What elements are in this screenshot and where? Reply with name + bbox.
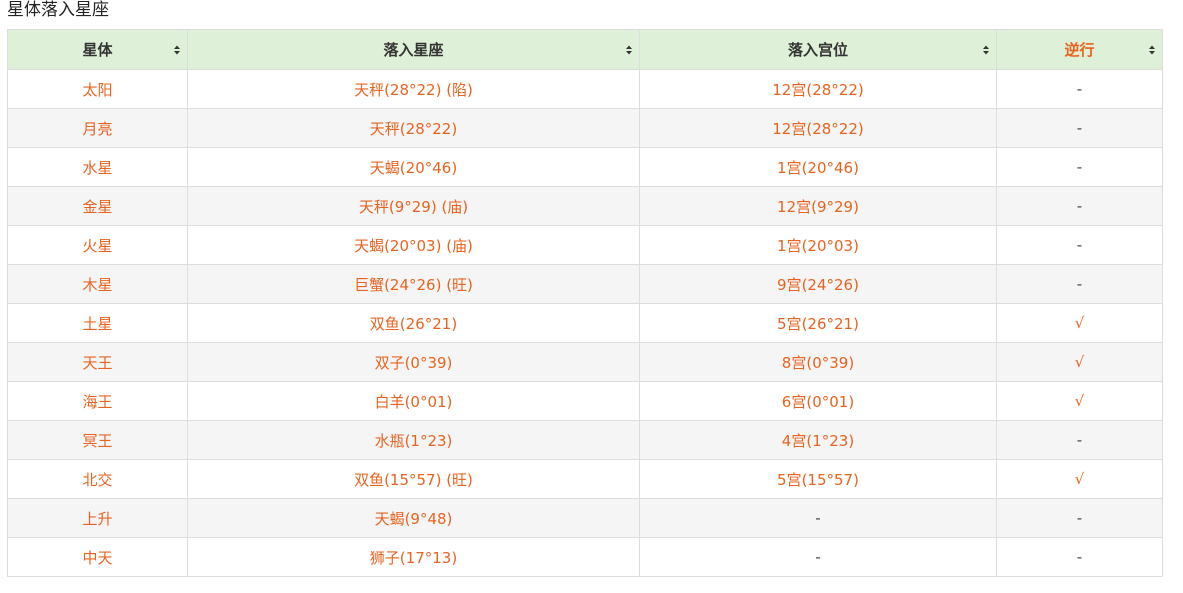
cell-retrograde: - xyxy=(996,186,1163,226)
cell-sign: 巨蟹(24°26) (旺) xyxy=(187,264,640,304)
table-row: 金星 天秤(9°29) (庙) 12宫(9°29) - xyxy=(7,186,1163,226)
table-row: 火星 天蝎(20°03) (庙) 1宫(20°03) - xyxy=(7,225,1163,265)
column-header-label: 落入星座 xyxy=(383,41,444,59)
table-row: 上升 天蝎(9°48) - - xyxy=(7,498,1163,538)
cell-retrograde: √ xyxy=(996,342,1163,382)
planet-placement-table: 星体 落入星座 落入宫位 逆行 太阳 天秤(28°22) (陷) 12宫(28°… xyxy=(7,29,1163,577)
table-row: 月亮 天秤(28°22) 12宫(28°22) - xyxy=(7,108,1163,148)
table-row: 北交 双鱼(15°57) (旺) 5宫(15°57) √ xyxy=(7,459,1163,499)
sort-icon xyxy=(626,45,632,54)
cell-planet: 北交 xyxy=(7,459,188,499)
sort-icon xyxy=(174,45,180,54)
table-row: 中天 狮子(17°13) - - xyxy=(7,537,1163,577)
table-row: 木星 巨蟹(24°26) (旺) 9宫(24°26) - xyxy=(7,264,1163,304)
table-caption: 星体落入星座 xyxy=(7,0,109,20)
cell-sign: 天秤(28°22) xyxy=(187,108,640,148)
cell-planet: 土星 xyxy=(7,303,188,343)
cell-sign: 狮子(17°13) xyxy=(187,537,640,577)
cell-house: 6宫(0°01) xyxy=(639,381,997,421)
cell-house: 1宫(20°46) xyxy=(639,147,997,187)
cell-house: 12宫(28°22) xyxy=(639,69,997,109)
cell-planet: 金星 xyxy=(7,186,188,226)
cell-house: 5宫(15°57) xyxy=(639,459,997,499)
cell-planet: 木星 xyxy=(7,264,188,304)
cell-retrograde: - xyxy=(996,147,1163,187)
cell-house: - xyxy=(639,537,997,577)
cell-planet: 水星 xyxy=(7,147,188,187)
cell-house: 12宫(9°29) xyxy=(639,186,997,226)
cell-sign: 天蝎(20°46) xyxy=(187,147,640,187)
cell-sign: 白羊(0°01) xyxy=(187,381,640,421)
cell-retrograde: - xyxy=(996,108,1163,148)
cell-planet: 太阳 xyxy=(7,69,188,109)
cell-house: - xyxy=(639,498,997,538)
column-header-planet[interactable]: 星体 xyxy=(7,29,188,70)
column-header-label: 星体 xyxy=(82,41,113,59)
cell-sign: 双鱼(26°21) xyxy=(187,303,640,343)
sort-icon xyxy=(983,45,989,54)
cell-sign: 天秤(9°29) (庙) xyxy=(187,186,640,226)
cell-sign: 双鱼(15°57) (旺) xyxy=(187,459,640,499)
cell-retrograde: - xyxy=(996,264,1163,304)
cell-retrograde: - xyxy=(996,225,1163,265)
table-row: 土星 双鱼(26°21) 5宫(26°21) √ xyxy=(7,303,1163,343)
cell-planet: 海王 xyxy=(7,381,188,421)
column-header-label: 落入宫位 xyxy=(787,41,848,59)
cell-house: 8宫(0°39) xyxy=(639,342,997,382)
cell-retrograde: - xyxy=(996,69,1163,109)
cell-retrograde: - xyxy=(996,498,1163,538)
cell-planet: 冥王 xyxy=(7,420,188,460)
cell-sign: 天秤(28°22) (陷) xyxy=(187,69,640,109)
cell-house: 1宫(20°03) xyxy=(639,225,997,265)
column-header-retrograde[interactable]: 逆行 xyxy=(996,29,1163,70)
table-row: 水星 天蝎(20°46) 1宫(20°46) - xyxy=(7,147,1163,187)
cell-planet: 中天 xyxy=(7,537,188,577)
sort-icon xyxy=(1149,45,1155,54)
cell-retrograde: √ xyxy=(996,303,1163,343)
table-row: 太阳 天秤(28°22) (陷) 12宫(28°22) - xyxy=(7,69,1163,109)
table-row: 冥王 水瓶(1°23) 4宫(1°23) - xyxy=(7,420,1163,460)
cell-sign: 水瓶(1°23) xyxy=(187,420,640,460)
cell-retrograde: √ xyxy=(996,459,1163,499)
column-header-sign[interactable]: 落入星座 xyxy=(187,29,640,70)
table-row: 天王 双子(0°39) 8宫(0°39) √ xyxy=(7,342,1163,382)
cell-house: 4宫(1°23) xyxy=(639,420,997,460)
cell-sign: 天蝎(9°48) xyxy=(187,498,640,538)
cell-planet: 火星 xyxy=(7,225,188,265)
cell-planet: 上升 xyxy=(7,498,188,538)
cell-planet: 月亮 xyxy=(7,108,188,148)
cell-house: 12宫(28°22) xyxy=(639,108,997,148)
cell-retrograde: - xyxy=(996,537,1163,577)
column-header-house[interactable]: 落入宫位 xyxy=(639,29,997,70)
table-body: 太阳 天秤(28°22) (陷) 12宫(28°22) - 月亮 天秤(28°2… xyxy=(7,69,1163,577)
cell-house: 9宫(24°26) xyxy=(639,264,997,304)
cell-house: 5宫(26°21) xyxy=(639,303,997,343)
cell-retrograde: - xyxy=(996,420,1163,460)
cell-sign: 天蝎(20°03) (庙) xyxy=(187,225,640,265)
cell-planet: 天王 xyxy=(7,342,188,382)
column-header-label: 逆行 xyxy=(1064,41,1095,59)
cell-retrograde: √ xyxy=(996,381,1163,421)
table-row: 海王 白羊(0°01) 6宫(0°01) √ xyxy=(7,381,1163,421)
cell-sign: 双子(0°39) xyxy=(187,342,640,382)
table-header-row: 星体 落入星座 落入宫位 逆行 xyxy=(7,29,1163,70)
